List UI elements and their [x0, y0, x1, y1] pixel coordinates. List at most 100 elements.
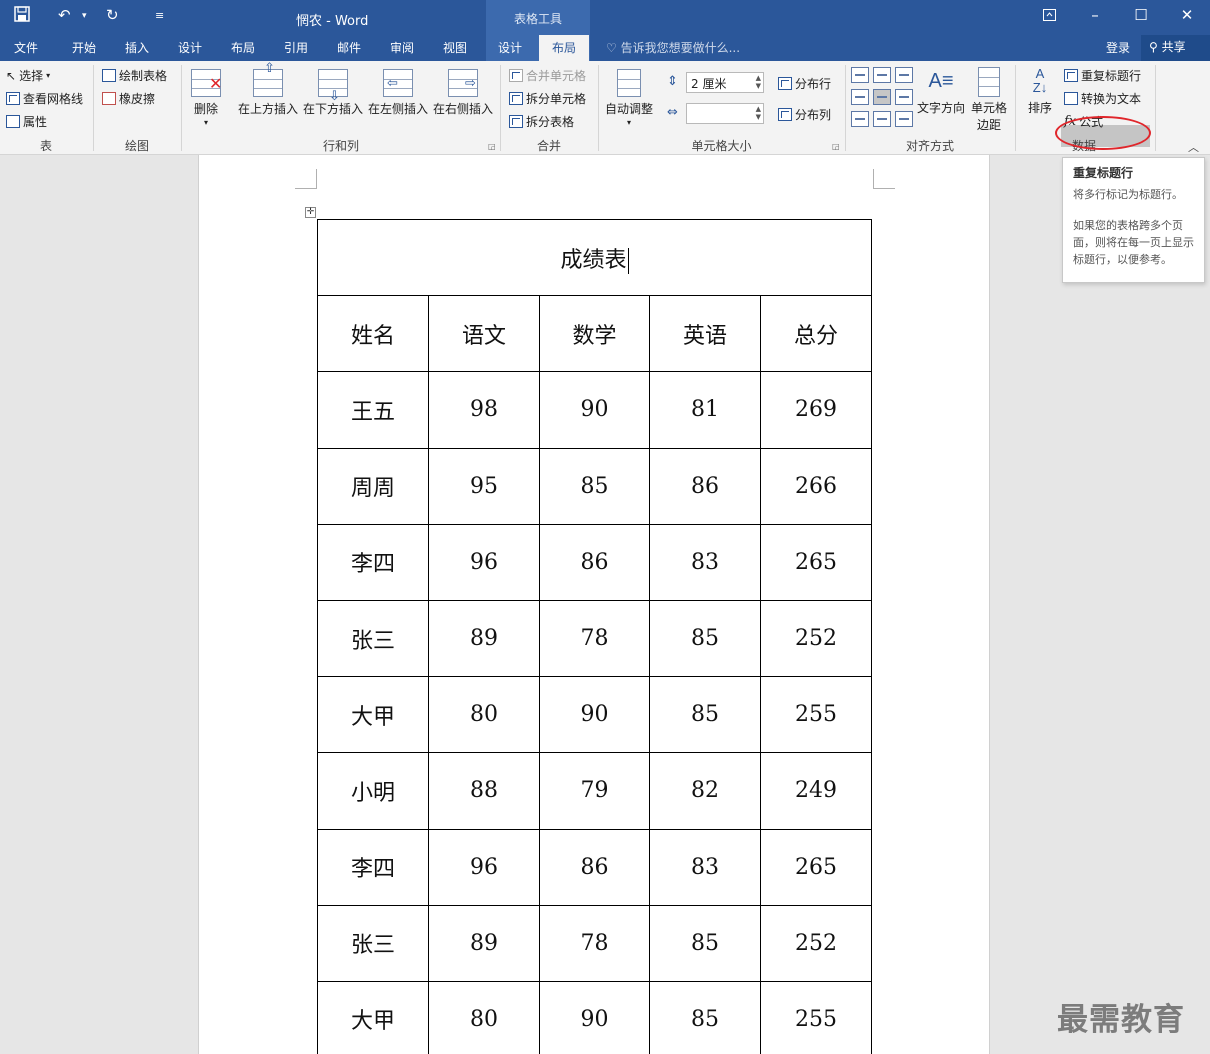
score-cell[interactable]: 265	[759, 523, 873, 601]
collapse-ribbon-icon[interactable]: ︿	[1188, 139, 1199, 155]
tab-table-layout[interactable]: 布局	[539, 35, 589, 61]
select-button[interactable]: ↖ 选择 ▾	[6, 67, 50, 84]
score-cell[interactable]: 78	[539, 904, 650, 982]
score-cell[interactable]: 85	[649, 676, 761, 754]
name-cell[interactable]: 张三	[317, 599, 429, 678]
tab-table-design[interactable]: 设计	[498, 39, 522, 56]
repeat-header-rows-button[interactable]: 重复标题行	[1064, 67, 1141, 84]
distribute-rows-button[interactable]: 分布行	[778, 75, 831, 92]
score-cell[interactable]: 85	[539, 447, 650, 525]
split-table-button[interactable]: 拆分表格	[509, 113, 574, 130]
close-icon[interactable]: ✕	[1172, 6, 1202, 24]
score-cell[interactable]: 266	[759, 447, 873, 525]
name-cell[interactable]: 大甲	[317, 676, 429, 754]
score-cell[interactable]: 265	[759, 828, 873, 906]
score-cell[interactable]: 78	[539, 599, 650, 678]
share-button[interactable]: ⚲ 共享	[1141, 35, 1210, 61]
score-cell[interactable]: 86	[649, 447, 761, 525]
score-cell[interactable]: 80	[428, 980, 540, 1054]
score-cell[interactable]: 96	[428, 828, 540, 906]
login-link[interactable]: 登录	[1106, 39, 1130, 56]
undo-icon[interactable]: ↶	[58, 6, 71, 24]
insert-left-button[interactable]: ⇦ 在左侧插入	[367, 69, 429, 117]
score-cell[interactable]: 89	[428, 904, 540, 982]
score-cell[interactable]: 90	[539, 371, 650, 449]
tab-home[interactable]: 开始	[72, 39, 96, 56]
insert-right-button[interactable]: ⇨ 在右侧插入	[432, 69, 494, 117]
distribute-cols-button[interactable]: 分布列	[778, 106, 831, 123]
score-cell[interactable]: 82	[649, 752, 761, 830]
delete-button[interactable]: ✕ 删除 ▾	[188, 69, 224, 127]
autofit-button[interactable]: 自动调整 ▾	[603, 69, 655, 127]
customize-icon[interactable]: ≡	[155, 9, 164, 22]
sort-button[interactable]: A Z↓ 排序	[1022, 67, 1058, 116]
text-direction-button[interactable]: A≡ 文字方向	[916, 67, 966, 116]
column-width-field[interactable]: ▲ ▼	[686, 103, 764, 124]
spin-arrows-icon[interactable]: ▲ ▼	[756, 105, 761, 121]
score-cell[interactable]: 90	[539, 980, 650, 1054]
score-cell[interactable]: 86	[539, 523, 650, 601]
name-cell[interactable]: 大甲	[317, 980, 429, 1054]
tab-mailings[interactable]: 邮件	[337, 39, 361, 56]
score-cell[interactable]: 249	[759, 752, 873, 830]
score-cell[interactable]: 86	[539, 828, 650, 906]
score-cell[interactable]: 79	[539, 752, 650, 830]
score-cell[interactable]: 90	[539, 676, 650, 754]
align-middle-right-icon[interactable]	[895, 89, 913, 105]
insert-below-button[interactable]: ⇩ 在下方插入	[302, 69, 364, 117]
score-cell[interactable]: 255	[759, 980, 873, 1054]
ribbon-options-icon[interactable]	[1034, 9, 1064, 24]
tab-file[interactable]: 文件	[14, 39, 38, 56]
spin-arrows-icon[interactable]: ▲ ▼	[756, 74, 761, 90]
score-cell[interactable]: 89	[428, 599, 540, 678]
score-cell[interactable]: 255	[759, 676, 873, 754]
align-middle-left-icon[interactable]	[851, 89, 869, 105]
score-cell[interactable]: 81	[649, 371, 761, 449]
undo-dropdown-icon[interactable]: ▾	[82, 11, 87, 21]
name-cell[interactable]: 李四	[317, 828, 429, 906]
cell-margins-button[interactable]: 单元格 边距	[968, 67, 1010, 133]
header-cell[interactable]: 数学	[539, 295, 650, 373]
align-center-icon[interactable]	[873, 89, 891, 105]
tab-page-layout[interactable]: 布局	[231, 39, 255, 56]
tab-review[interactable]: 审阅	[390, 39, 414, 56]
score-cell[interactable]: 88	[428, 752, 540, 830]
score-cell[interactable]: 85	[649, 904, 761, 982]
score-cell[interactable]: 269	[759, 371, 873, 449]
table-move-handle-icon[interactable]: ✛	[305, 207, 316, 218]
save-icon[interactable]	[14, 6, 30, 26]
name-cell[interactable]: 李四	[317, 523, 429, 601]
align-bottom-left-icon[interactable]	[851, 111, 869, 127]
score-cell[interactable]: 96	[428, 523, 540, 601]
tab-view[interactable]: 视图	[443, 39, 467, 56]
score-cell[interactable]: 80	[428, 676, 540, 754]
name-cell[interactable]: 王五	[317, 371, 429, 449]
score-cell[interactable]: 83	[649, 828, 761, 906]
maximize-icon[interactable]: ☐	[1126, 6, 1156, 24]
header-cell[interactable]: 语文	[428, 295, 540, 373]
dialog-launcher-icon[interactable]: ◲	[832, 142, 840, 151]
align-top-left-icon[interactable]	[851, 67, 869, 83]
score-cell[interactable]: 85	[649, 980, 761, 1054]
name-cell[interactable]: 小明	[317, 752, 429, 830]
score-cell[interactable]: 85	[649, 599, 761, 678]
score-cell[interactable]: 252	[759, 904, 873, 982]
eraser-button[interactable]: 橡皮擦	[102, 90, 155, 107]
header-cell[interactable]: 姓名	[317, 295, 429, 373]
split-cells-button[interactable]: 拆分单元格	[509, 90, 586, 107]
table-title-cell[interactable]: 成绩表	[316, 218, 873, 297]
convert-to-text-button[interactable]: 转换为文本	[1064, 90, 1141, 107]
draw-table-button[interactable]: 绘制表格	[102, 67, 167, 84]
align-top-right-icon[interactable]	[895, 67, 913, 83]
tell-me-box[interactable]: ♡ 告诉我您想要做什么...	[606, 39, 740, 56]
tab-design[interactable]: 设计	[178, 39, 202, 56]
align-top-center-icon[interactable]	[873, 67, 891, 83]
align-bottom-right-icon[interactable]	[895, 111, 913, 127]
grade-table[interactable]: 成绩表 姓名 语文 数学 英语 总分 王五 98 90 81 269 周周 95 85 86 26…	[316, 218, 873, 1054]
score-cell[interactable]: 98	[428, 371, 540, 449]
row-height-field[interactable]: 2 厘米 ▲ ▼	[686, 72, 764, 93]
tab-insert[interactable]: 插入	[125, 39, 149, 56]
score-cell[interactable]: 252	[759, 599, 873, 678]
score-cell[interactable]: 95	[428, 447, 540, 525]
name-cell[interactable]: 张三	[317, 904, 429, 982]
